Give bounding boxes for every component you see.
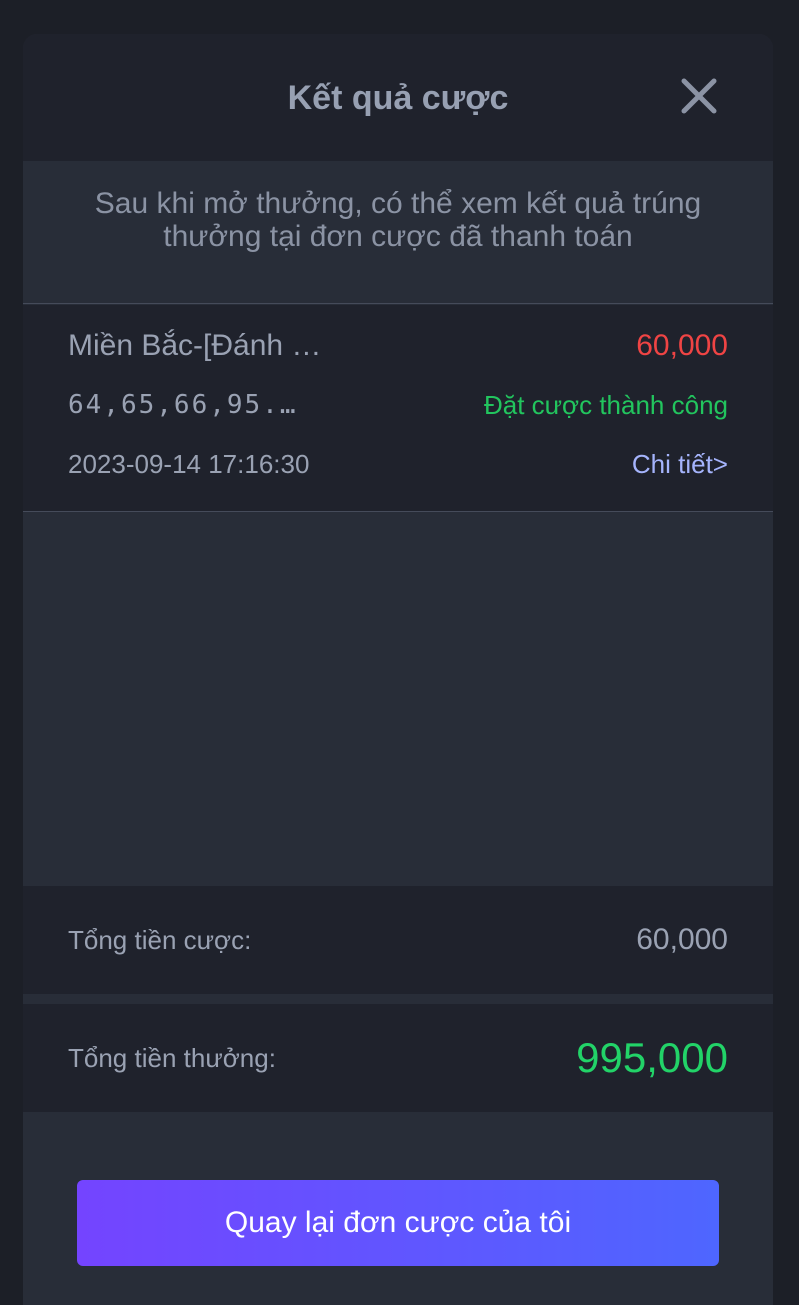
bet-numbers: 64,65,66,95... [68, 390, 308, 420]
close-icon [681, 78, 717, 114]
total-win-value: 995,000 [576, 1034, 728, 1081]
bet-name: Miền Bắc-[Đánh … [68, 329, 322, 362]
bet-status: Đặt cược thành công [483, 390, 728, 420]
bet-list-item: Miền Bắc-[Đánh … 60,000 64,65,66,95... Đ… [23, 305, 773, 512]
bet-result-modal: Kết quả cược Sau khi mở thưởng, có thể x… [23, 34, 773, 1305]
modal-header: Kết quả cược [23, 34, 773, 161]
close-button[interactable] [679, 76, 719, 116]
bet-amount: 60,000 [636, 329, 728, 362]
total-bet-label: Tổng tiền cược: [68, 925, 252, 955]
notice-text: Sau khi mở thưởng, có thể xem kết quả tr… [94, 187, 702, 253]
total-bet-row: Tổng tiền cược: 60,000 [23, 886, 773, 994]
total-bet-value: 60,000 [636, 923, 728, 956]
bet-detail-link[interactable]: Chi tiết> [632, 448, 728, 480]
modal-title: Kết quả cược [287, 79, 509, 117]
bet-time: 2023-09-14 17:16:30 [68, 449, 310, 479]
info-notice: Sau khi mở thưởng, có thể xem kết quả tr… [23, 161, 773, 304]
total-win-row: Tổng tiền thưởng: 995,000 [23, 1004, 773, 1112]
back-to-my-bets-button[interactable]: Quay lại đơn cược của tôi [77, 1180, 719, 1266]
total-win-label: Tổng tiền thưởng: [68, 1043, 276, 1073]
